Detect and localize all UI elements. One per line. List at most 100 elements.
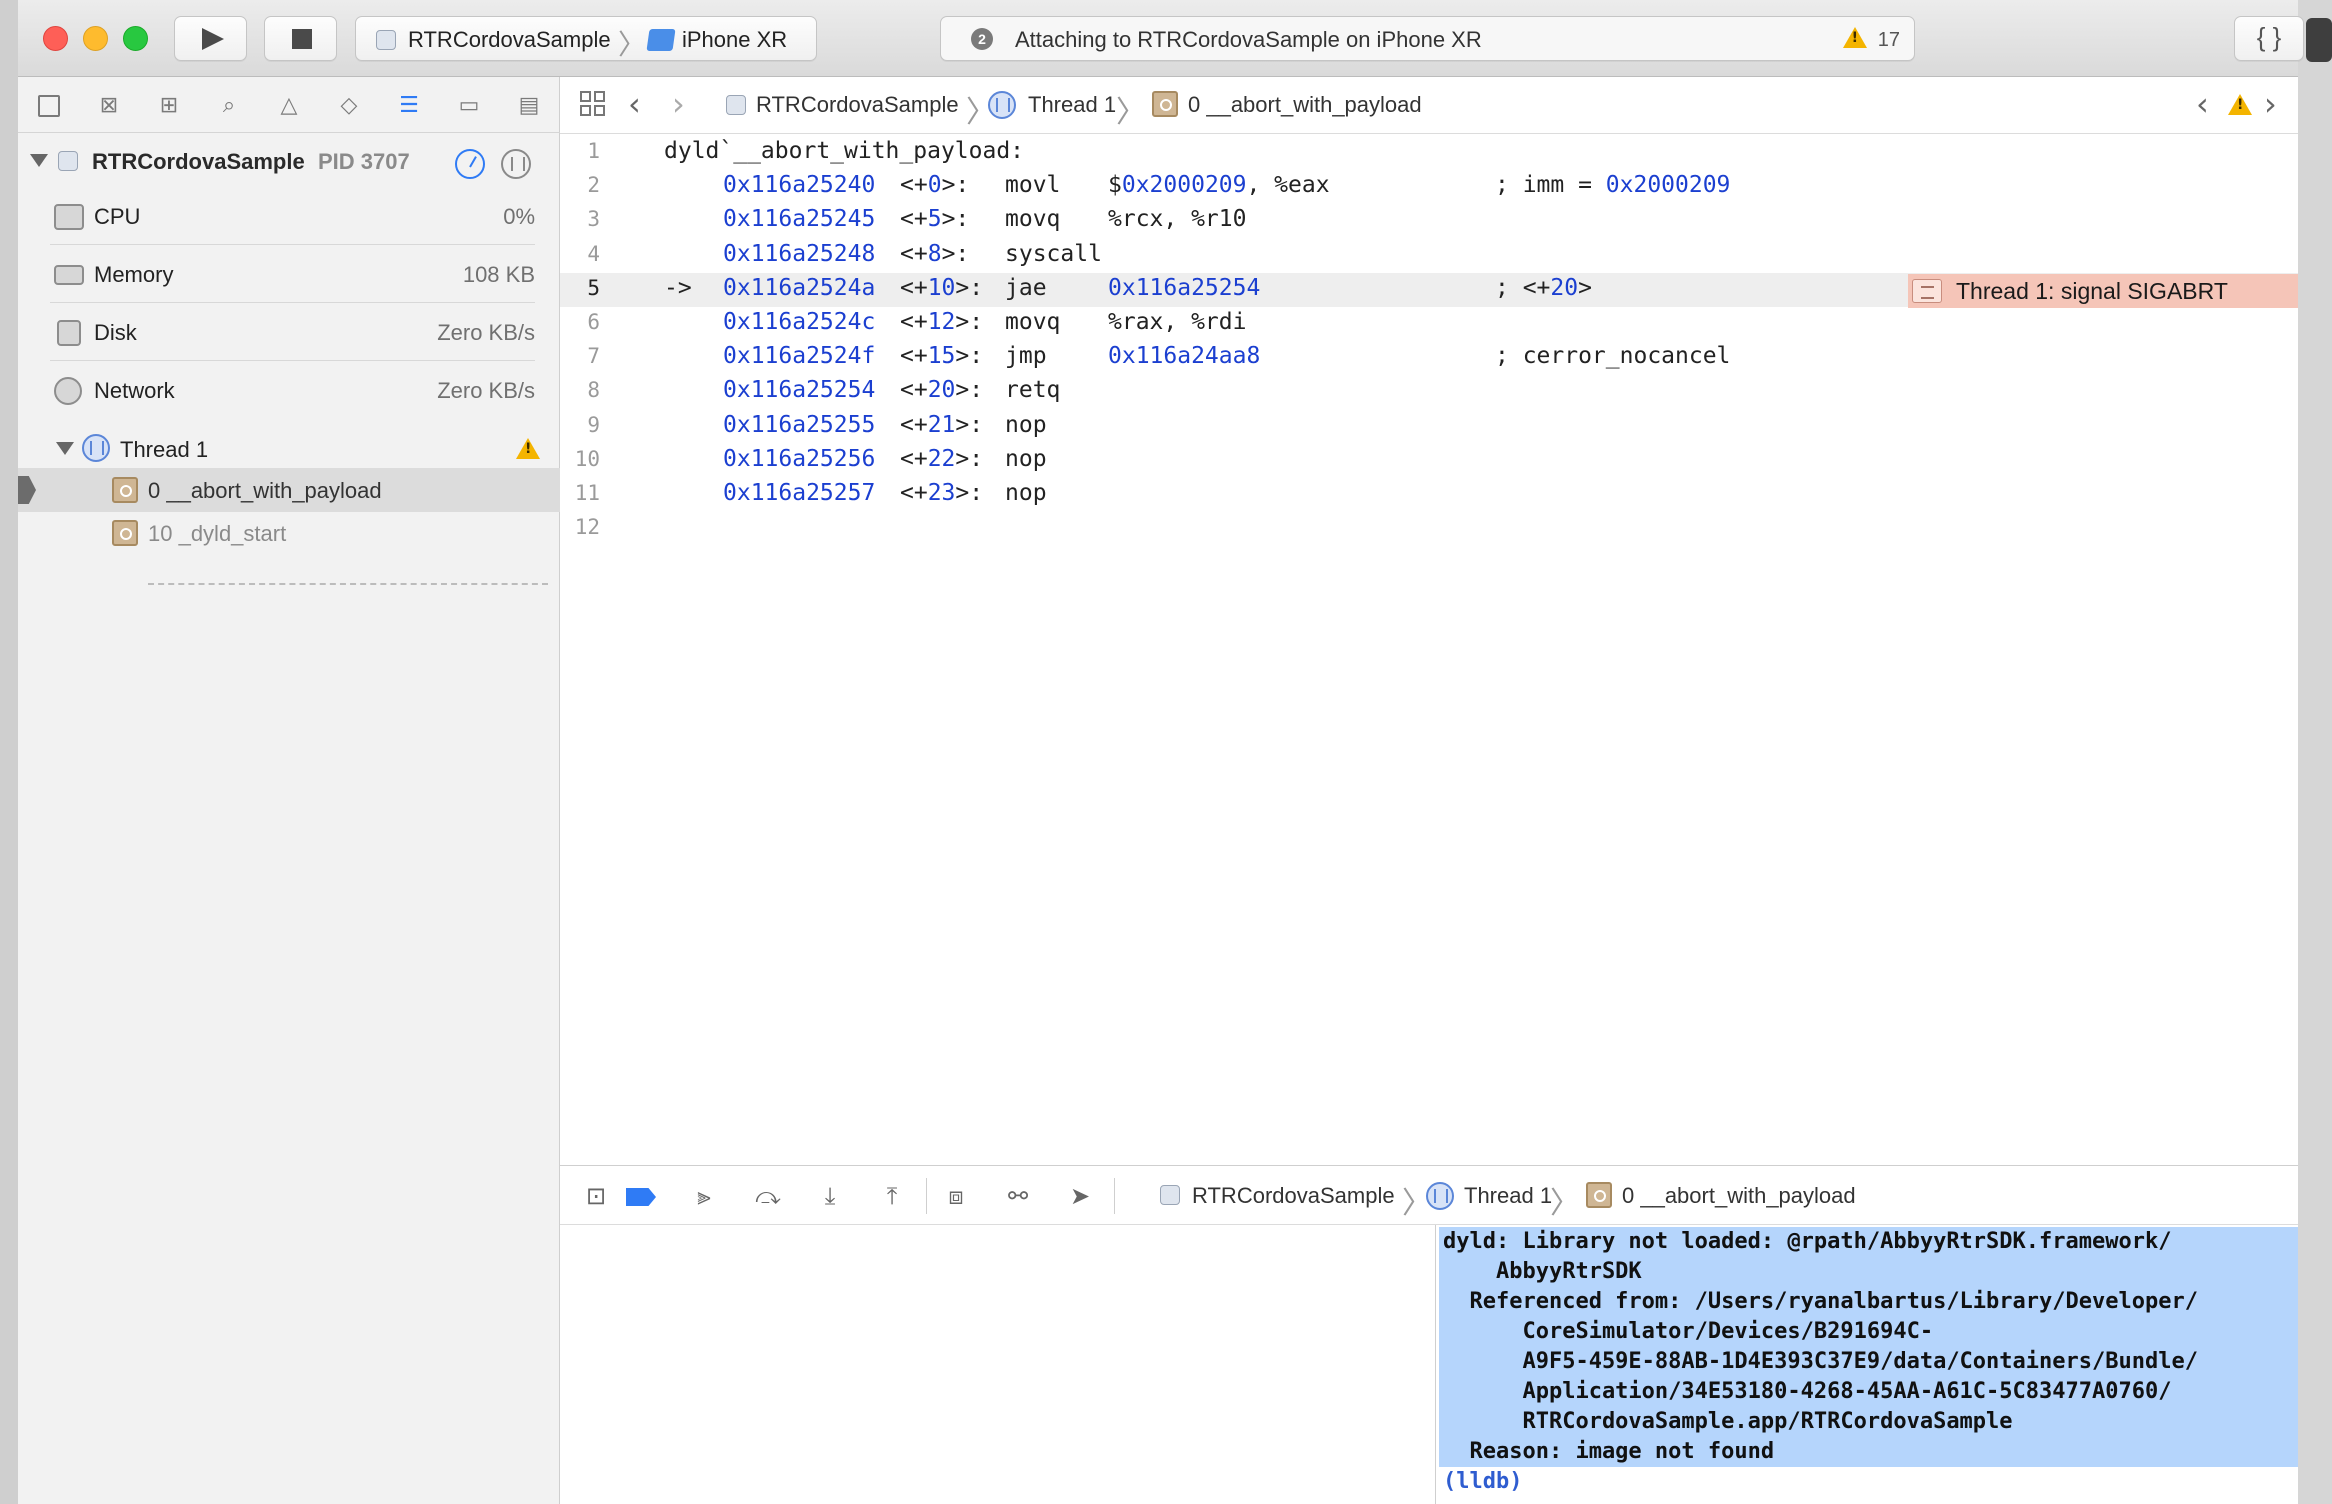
breakpoint-navigator-tab[interactable]: ▭ — [454, 91, 484, 121]
activity-view[interactable]: 2 Attaching to RTRCordovaSample on iPhon… — [940, 16, 1915, 61]
frame-label: 0 __abort_with_payload — [148, 478, 382, 503]
code-line[interactable]: 3 0x116a25245 <+5>: movq %rcx, %r10 — [560, 204, 2298, 238]
memory-graph-icon[interactable]: ⚯ — [1002, 1180, 1034, 1212]
previous-issue-chevron-icon[interactable]: ‹ — [2196, 85, 2209, 123]
breakpoints-toggle-icon[interactable] — [626, 1180, 658, 1212]
issue-warning-icon[interactable] — [2228, 94, 2252, 115]
step-out-icon[interactable]: ⤒ — [876, 1180, 908, 1212]
threads-icon[interactable] — [501, 149, 531, 179]
symbol-navigator-tab[interactable]: ⊞ — [154, 91, 184, 121]
desktop-edge-right — [2298, 0, 2332, 1504]
gauges-icon[interactable] — [455, 149, 485, 179]
debug-navigator-tab[interactable]: ☰ — [394, 91, 424, 121]
line-number: 4 — [587, 241, 600, 266]
console-prompt[interactable]: (lldb) — [1443, 1469, 1522, 1494]
source-control-navigator-tab[interactable]: ⊠ — [94, 91, 124, 121]
zoom-window-button[interactable] — [123, 26, 148, 51]
code-line[interactable]: 7 0x116a2524f <+15>: jmp 0x116a24aa8 ; cerror… — [560, 341, 2298, 375]
breadcrumb-project[interactable]: RTRCordovaSample — [756, 92, 959, 118]
breadcrumb-separator-icon: 〉 — [1116, 95, 1146, 130]
minimize-window-button[interactable] — [83, 26, 108, 51]
step-into-icon[interactable]: ⤓ — [814, 1180, 846, 1212]
code-line[interactable]: 1 dyld`__abort_with_payload: — [560, 136, 2298, 170]
gauge-cpu[interactable]: CPU 0% — [50, 187, 560, 245]
line-number: 11 — [574, 481, 600, 505]
hide-debug-area-icon[interactable]: ⊡ — [580, 1180, 612, 1212]
forward-chevron-icon[interactable]: › — [672, 85, 685, 123]
instruction-mnemonic: retq — [1005, 377, 1061, 404]
thread-icon — [1426, 1182, 1454, 1210]
thread-row[interactable]: Thread 1 — [18, 428, 560, 468]
debug-breadcrumb-project[interactable]: RTRCordovaSample — [1192, 1183, 1395, 1209]
process-row[interactable]: RTRCordovaSample PID 3707 — [18, 140, 560, 180]
next-issue-chevron-icon[interactable]: › — [2264, 85, 2277, 123]
code-line[interactable]: 12 — [560, 512, 2298, 546]
variables-view[interactable] — [560, 1225, 1436, 1504]
close-window-button[interactable] — [43, 26, 68, 51]
code-line[interactable]: 4 0x116a25248 <+8>: syscall — [560, 239, 2298, 273]
console-line: dyld: Library not loaded: @rpath/AbbyyRt… — [1443, 1229, 2172, 1254]
frame-icon — [112, 520, 138, 546]
stack-frame-row[interactable]: 0 __abort_with_payload — [18, 468, 560, 512]
network-icon — [54, 377, 82, 405]
code-line[interactable]: 2 0x116a25240 <+0>: movl $0x2000209, %eax ; i… — [560, 170, 2298, 204]
gauge-disk[interactable]: Disk Zero KB/s — [50, 303, 560, 361]
line-number: 10 — [574, 446, 600, 471]
disclosure-triangle-icon[interactable] — [30, 154, 48, 167]
console-line: RTRCordovaSample.app/RTRCordovaSample — [1443, 1409, 2013, 1434]
issue-navigator-tab[interactable]: △ — [274, 91, 304, 121]
instruction-mnemonic: nop — [1005, 480, 1047, 506]
stop-button[interactable] — [264, 16, 337, 61]
console-line: CoreSimulator/Devices/B291694C- — [1443, 1319, 1934, 1344]
instruction-address: 0x116a2524a — [723, 274, 876, 301]
activity-count-badge: 2 — [971, 28, 993, 50]
debug-console[interactable]: dyld: Library not loaded: @rpath/AbbyyRt… — [1437, 1225, 2298, 1504]
instruction-operands: $0x2000209, %eax — [1108, 172, 1330, 199]
debug-breadcrumb-thread[interactable]: Thread 1 — [1464, 1183, 1552, 1209]
disk-icon — [57, 320, 81, 346]
gauge-memory[interactable]: Memory 108 KB — [50, 245, 560, 303]
report-navigator-tab[interactable]: ▤ — [514, 91, 544, 121]
warning-count[interactable]: 17 — [1842, 27, 1900, 52]
code-line[interactable]: 8 0x116a25254 <+20>: retq — [560, 375, 2298, 409]
desktop-edge — [0, 0, 18, 1504]
step-over-icon[interactable]: ⤼ — [752, 1180, 784, 1212]
memory-icon — [54, 265, 84, 285]
project-navigator-tab[interactable] — [34, 91, 64, 121]
breadcrumb-thread[interactable]: Thread 1 — [1028, 92, 1116, 118]
gauge-label: Disk — [94, 320, 137, 345]
stack-frame-row[interactable]: 10 _dyld_start — [18, 511, 560, 555]
breadcrumb-frame[interactable]: 0 __abort_with_payload — [1188, 92, 1422, 118]
scheme-name[interactable]: RTRCordovaSample — [408, 27, 611, 53]
line-number: 3 — [587, 207, 600, 232]
test-navigator-tab[interactable]: ◇ — [334, 91, 364, 121]
app-icon — [726, 95, 746, 115]
line-number: 1 — [587, 139, 600, 163]
code-line[interactable]: 11 0x116a25257 <+23>: nop — [560, 478, 2298, 512]
back-chevron-icon[interactable]: ‹ — [628, 85, 641, 123]
instruction-offset: <+0>: — [900, 172, 970, 199]
run-button[interactable] — [174, 16, 247, 61]
debug-bar: ⊡ ⫸ ⤼ ⤓ ⤒ ⧈ ⚯ ➤ RTRCordovaSample 〉 Threa… — [560, 1165, 2298, 1225]
navigator-tabs: ⊠ ⊞ ⌕ △ ◇ ☰ ▭ ▤ — [18, 77, 560, 133]
continue-icon[interactable]: ⫸ — [688, 1180, 720, 1212]
find-navigator-tab[interactable]: ⌕ — [214, 91, 244, 121]
scheme-selector[interactable]: RTRCordovaSample 〉 iPhone XR — [355, 16, 817, 61]
gauge-label: Memory — [94, 262, 174, 287]
jump-bar: ‹ › RTRCordovaSample 〉 Thread 1 〉 0 __ab… — [560, 77, 2298, 134]
view-debugger-icon[interactable]: ⧈ — [940, 1180, 972, 1212]
instruction-address: 0x116a25254 — [723, 377, 876, 404]
related-items-icon[interactable] — [580, 91, 608, 119]
line-number: 12 — [574, 515, 600, 540]
debug-breadcrumb-frame[interactable]: 0 __abort_with_payload — [1622, 1183, 1856, 1209]
code-line[interactable]: 10 0x116a25256 <+22>: nop — [560, 444, 2298, 478]
code-line[interactable]: 6 0x116a2524c <+12>: movq %rax, %rdi — [560, 307, 2298, 341]
simulate-location-icon[interactable]: ➤ — [1064, 1180, 1096, 1212]
disclosure-triangle-icon[interactable] — [56, 442, 74, 455]
disassembly-editor[interactable]: 1 dyld`__abort_with_payload: 2 0x116a25240 <… — [560, 134, 2298, 1165]
gauge-network[interactable]: Network Zero KB/s — [50, 361, 560, 419]
destination-name[interactable]: iPhone XR — [682, 27, 787, 53]
error-annotation[interactable]: Thread 1: signal SIGABRT — [1908, 274, 2298, 308]
code-line[interactable]: 9 0x116a25255 <+21>: nop — [560, 410, 2298, 444]
code-review-button[interactable]: { } — [2234, 16, 2304, 61]
